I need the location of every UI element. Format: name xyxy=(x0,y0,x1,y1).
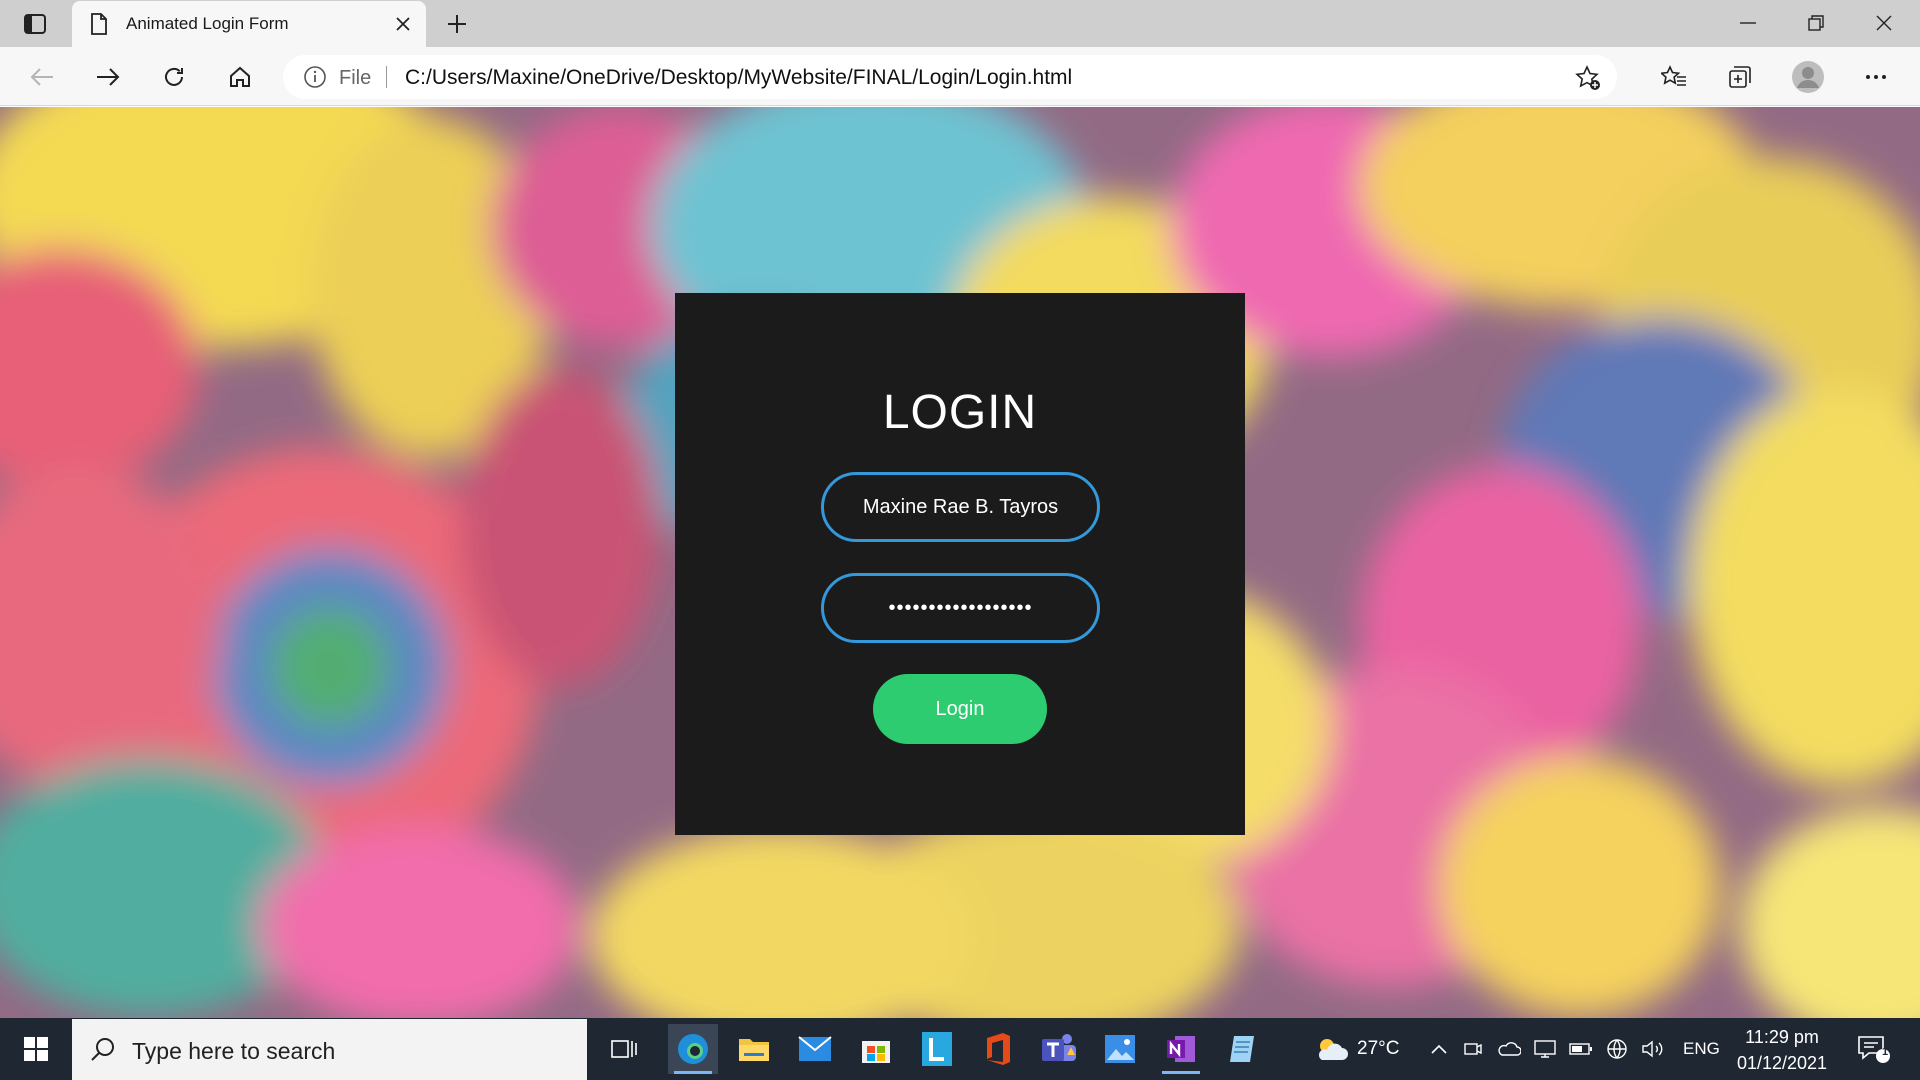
folder-icon xyxy=(739,1039,769,1061)
favorites-button[interactable] xyxy=(1654,57,1694,97)
taskbar-clock[interactable]: 11:29 pm 01/12/2021 xyxy=(1720,1024,1844,1076)
lucid-l-icon xyxy=(922,1032,952,1066)
close-icon xyxy=(396,17,410,31)
add-favorite-icon[interactable] xyxy=(1575,65,1601,96)
taskbar-app-edge[interactable] xyxy=(668,1024,718,1074)
clock-time: 11:29 pm xyxy=(1745,1027,1819,1047)
site-info-icon[interactable] xyxy=(303,65,327,94)
start-button[interactable] xyxy=(0,1018,72,1080)
mail-icon xyxy=(798,1036,832,1061)
edge-icon xyxy=(678,1034,708,1064)
back-arrow-icon xyxy=(30,68,53,86)
close-window-button[interactable] xyxy=(1850,0,1918,46)
forward-button[interactable] xyxy=(88,57,128,97)
taskbar-search-box[interactable]: Type here to search xyxy=(72,1019,587,1080)
new-tab-button[interactable] xyxy=(440,8,474,40)
notification-count: 1 xyxy=(1881,1046,1889,1058)
settings-more-button[interactable] xyxy=(1856,57,1896,97)
password-input[interactable] xyxy=(821,573,1100,643)
plus-icon xyxy=(448,15,466,33)
taskbar-app-microsoft-store[interactable] xyxy=(851,1024,901,1074)
taskbar-app-mail[interactable] xyxy=(790,1024,840,1074)
input-language[interactable]: ENG xyxy=(1683,1039,1720,1059)
restore-button[interactable] xyxy=(1782,0,1850,46)
restore-icon xyxy=(1808,15,1824,31)
teams-icon xyxy=(1042,1034,1076,1061)
back-button[interactable] xyxy=(22,57,62,97)
running-indicator xyxy=(1162,1071,1200,1074)
more-dots-icon xyxy=(1866,75,1886,79)
weather-icon[interactable] xyxy=(1314,1036,1348,1062)
show-hidden-icons-chevron-icon[interactable] xyxy=(1426,1036,1452,1062)
network-globe-icon[interactable] xyxy=(1604,1036,1630,1062)
home-icon xyxy=(230,66,250,87)
favorites-icon xyxy=(1661,65,1686,86)
taskbar-app-office[interactable] xyxy=(973,1024,1023,1074)
action-center-button[interactable]: 1 xyxy=(1856,1034,1892,1064)
photos-icon xyxy=(1105,1035,1135,1063)
meet-now-icon[interactable] xyxy=(1460,1036,1486,1062)
onenote-icon xyxy=(1167,1036,1195,1062)
minimize-button[interactable] xyxy=(1714,0,1782,46)
taskbar-app-onenote[interactable] xyxy=(1156,1024,1206,1074)
username-input[interactable] xyxy=(821,472,1100,542)
tab-actions-button[interactable] xyxy=(14,8,56,40)
search-icon xyxy=(90,1036,116,1067)
collections-icon xyxy=(1729,66,1751,88)
task-view-button[interactable] xyxy=(599,1024,649,1074)
forward-arrow-icon xyxy=(97,68,120,86)
login-box: LOGIN Login xyxy=(675,293,1245,835)
address-scheme: File xyxy=(339,67,372,89)
address-bar[interactable]: File C:/Users/Maxine/OneDrive/Desktop/My… xyxy=(283,55,1617,99)
taskbar-app-notepad[interactable] xyxy=(1217,1024,1267,1074)
refresh-icon xyxy=(165,67,183,86)
document-icon xyxy=(90,13,108,40)
taskbar-app-file-explorer[interactable] xyxy=(729,1024,779,1074)
windows-logo-icon xyxy=(24,1037,48,1061)
taskbar-app-photos[interactable] xyxy=(1095,1024,1145,1074)
search-placeholder: Type here to search xyxy=(132,1038,336,1064)
onedrive-cloud-icon[interactable] xyxy=(1496,1036,1522,1062)
speaker-volume-icon[interactable] xyxy=(1640,1036,1666,1062)
taskbar-app-lucidchart[interactable] xyxy=(912,1024,962,1074)
active-tab[interactable]: Animated Login Form xyxy=(72,1,426,47)
browser-toolbar: File C:/Users/Maxine/OneDrive/Desktop/My… xyxy=(0,47,1920,106)
home-button[interactable] xyxy=(220,57,260,97)
display-screen-icon[interactable] xyxy=(1532,1036,1558,1062)
address-url[interactable]: C:/Users/Maxine/OneDrive/Desktop/MyWebsi… xyxy=(405,66,1072,90)
battery-icon[interactable] xyxy=(1568,1036,1594,1062)
refresh-button[interactable] xyxy=(154,57,194,97)
task-view-icon xyxy=(611,1040,637,1058)
weather-temperature[interactable]: 27°C xyxy=(1357,1038,1399,1060)
notepad-icon xyxy=(1230,1036,1254,1062)
address-separator xyxy=(386,66,387,88)
active-indicator xyxy=(674,1071,712,1074)
minimize-icon xyxy=(1740,22,1756,24)
collections-button[interactable] xyxy=(1720,57,1760,97)
office-icon xyxy=(987,1033,1010,1065)
clock-date: 01/12/2021 xyxy=(1736,1053,1828,1073)
tab-actions-icon xyxy=(24,14,46,34)
avatar-icon xyxy=(1792,61,1824,93)
profile-button[interactable] xyxy=(1788,57,1828,97)
store-icon xyxy=(862,1041,890,1063)
close-icon xyxy=(1876,15,1892,31)
windows-taskbar: Type here to search 27°C ENG 11:29 pm 01… xyxy=(0,1018,1920,1080)
taskbar-app-teams[interactable] xyxy=(1034,1024,1084,1074)
login-title: LOGIN xyxy=(882,386,1038,439)
login-button[interactable]: Login xyxy=(873,674,1047,744)
tab-title: Animated Login Form xyxy=(126,14,289,33)
page-viewport: LOGIN Login xyxy=(0,107,1920,1018)
browser-tab-strip: Animated Login Form xyxy=(0,0,1920,47)
close-tab-button[interactable] xyxy=(390,11,416,37)
